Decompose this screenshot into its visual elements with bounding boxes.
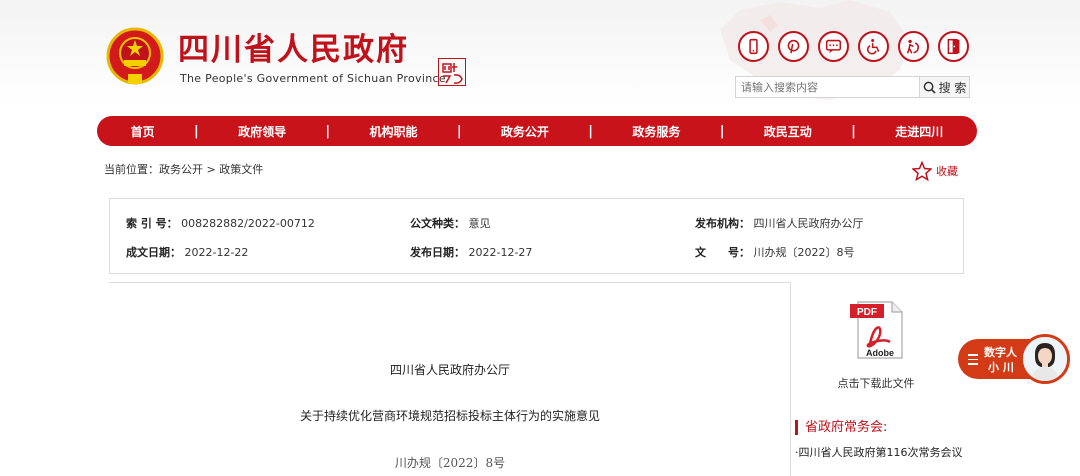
favorite-button[interactable]: 收藏 (912, 161, 958, 181)
nav-item-about-sichuan[interactable]: 走进四川 (895, 123, 943, 140)
phone-icon[interactable] (738, 31, 769, 62)
breadcrumb-separator: > (206, 163, 216, 176)
nav-item-leaders[interactable]: 政府领导 (238, 123, 286, 140)
national-emblem-icon (106, 27, 164, 85)
exit-icon[interactable] (938, 31, 969, 62)
document-issuer: 四川省人民政府办公厅 (389, 363, 510, 377)
meta-type-label: 公文种类： (410, 217, 465, 230)
menu-icon (968, 354, 978, 368)
search-button-label: 搜 索 (938, 80, 967, 95)
meta-published-label: 发布日期： (410, 246, 465, 259)
meta-created-label: 成文日期： (126, 246, 181, 259)
pdf-label: PDF (857, 307, 877, 318)
seal-logo (438, 58, 466, 86)
digital-assistant-button[interactable]: 数字人 小 川 (958, 334, 1072, 384)
breadcrumb-link-policy-documents[interactable]: 政策文件 (219, 163, 263, 176)
nav-separator: | (325, 123, 331, 139)
nav-item-services[interactable]: 政务服务 (632, 123, 680, 140)
document-title: 关于持续优化营商环境规范招标投标主体行为的实施意见 (299, 409, 600, 423)
page: 四川省人民政府 The People's Government of Sichu… (0, 0, 1080, 476)
nav-item-organizations[interactable]: 机构职能 (370, 123, 418, 140)
pinterest-icon[interactable] (778, 31, 809, 62)
wheelchair-icon[interactable] (858, 31, 889, 62)
elderly-care-icon[interactable] (898, 31, 929, 62)
side-heading: 省政府常务会: (795, 420, 887, 435)
breadcrumb-prefix: 当前位置： (104, 163, 159, 176)
document-meta-table: 索 引 号： 008282882/2022-00712 公文种类： 意见 发布机… (109, 198, 964, 274)
meta-created: 成文日期： 2022-12-22 (126, 244, 248, 260)
meta-doc-number-label: 文 号： (695, 246, 750, 259)
search-button[interactable]: 搜 索 (920, 76, 970, 98)
breadcrumb: 当前位置：政务公开 > 政策文件 (104, 161, 263, 177)
meta-index-value: 008282882/2022-00712 (181, 217, 315, 230)
meta-doc-number-value: 川办规〔2022〕8号 (753, 246, 855, 259)
site-title[interactable]: 四川省人民政府 (178, 32, 409, 68)
download-link[interactable]: 点击下载此文件 (790, 375, 962, 391)
meta-published: 发布日期： 2022-12-27 (410, 244, 532, 260)
search-input[interactable] (735, 76, 920, 98)
meta-index-label: 索 引 号： (126, 217, 178, 230)
assistant-label-1: 数字人 (984, 346, 1017, 359)
site-subtitle: The People's Government of Sichuan Provi… (180, 72, 446, 85)
nav-item-interaction[interactable]: 政民互动 (764, 123, 812, 140)
chat-icon[interactable] (818, 31, 849, 62)
document-content: 四川省人民政府办公厅 关于持续优化营商环境规范招标投标主体行为的实施意见 川办规… (109, 282, 791, 476)
avatar (1020, 334, 1070, 384)
header-icon-bar (738, 31, 969, 62)
nav-separator: | (588, 123, 594, 139)
meta-type: 公文种类： 意见 (410, 215, 491, 231)
document-number: 川办规〔2022〕8号 (394, 456, 506, 470)
nav-separator: | (194, 123, 199, 139)
pdf-file-icon[interactable]: PDF Adobe (848, 298, 908, 362)
meta-doc-number: 文 号： 川办规〔2022〕8号 (695, 244, 855, 260)
site-header: 四川省人民政府 The People's Government of Sichu… (0, 0, 1080, 108)
avatar-portrait (1023, 337, 1067, 381)
meta-published-value: 2022-12-27 (468, 246, 533, 259)
meta-org: 发布机构： 四川省人民政府办公厅 (695, 215, 864, 231)
seal-icon (442, 63, 463, 84)
side-link-meeting[interactable]: ·四川省人民政府第116次常务会议 (795, 444, 963, 460)
nav-separator: | (456, 123, 462, 139)
search-icon (923, 81, 936, 94)
meta-created-value: 2022-12-22 (184, 246, 249, 259)
nav-item-home[interactable]: 首页 (131, 123, 155, 140)
meta-index: 索 引 号： 008282882/2022-00712 (126, 215, 315, 231)
nav-item-government-affairs[interactable]: 政务公开 (501, 123, 549, 140)
main-nav: 首页 | 政府领导 | 机构职能 | 政务公开 | 政务服务 | 政民互动 | … (97, 116, 977, 146)
star-icon (912, 161, 932, 181)
assistant-label-2: 小 川 (988, 361, 1014, 374)
nav-separator: | (719, 123, 725, 139)
breadcrumb-link-government-affairs[interactable]: 政务公开 (159, 163, 203, 176)
meta-org-label: 发布机构： (695, 217, 750, 230)
nav-separator: | (851, 123, 856, 139)
favorite-label: 收藏 (936, 165, 958, 178)
adobe-label: Adobe (866, 348, 894, 358)
search-bar: 搜 索 (735, 76, 970, 98)
meta-org-value: 四川省人民政府办公厅 (753, 217, 864, 230)
meta-type-value: 意见 (468, 217, 491, 230)
